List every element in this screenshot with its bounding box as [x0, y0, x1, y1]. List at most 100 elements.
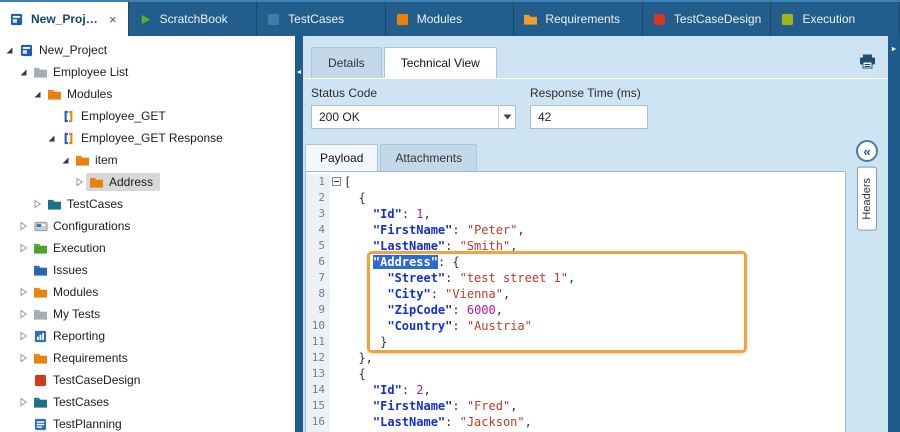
editor-line-3: 3 "Id": 1,	[306, 206, 845, 222]
fold-margin	[330, 270, 344, 286]
tree-spacer	[17, 418, 29, 430]
tree-expanded-arrow-icon[interactable]	[59, 154, 71, 166]
tree-item-address[interactable]: Address	[0, 171, 295, 193]
tree-collapsed-arrow-icon[interactable]	[73, 176, 85, 188]
tree-item-label: My Tests	[53, 307, 100, 321]
line-number: 14	[306, 382, 330, 398]
tree-item-label: Issues	[53, 263, 88, 277]
tab-scratchbook[interactable]: ScratchBook	[129, 2, 258, 36]
tab-details[interactable]: Details	[311, 47, 382, 78]
tree-item-employee-list[interactable]: Employee List	[0, 61, 295, 83]
tree-item-employee-get-response[interactable]: Employee_GET Response	[0, 127, 295, 149]
tree-item-content: Requirements	[30, 349, 135, 367]
fold-margin	[330, 286, 344, 302]
tree-item-label: Employee_GET Response	[81, 131, 223, 145]
testcases-icon	[266, 12, 281, 26]
fold-margin	[330, 318, 344, 334]
tab-new-project[interactable]: New_Project×	[0, 2, 129, 36]
tree-item-new-project[interactable]: New_Project	[0, 39, 295, 61]
tree-collapsed-arrow-icon[interactable]	[17, 220, 29, 232]
editor-line-5: 5 "LastName": "Smith",	[306, 238, 845, 254]
tree-item-item[interactable]: item	[0, 149, 295, 171]
tab-requirements[interactable]: Requirements	[514, 2, 643, 36]
collapse-left-icon[interactable]: ◄	[296, 68, 303, 78]
tree-collapsed-arrow-icon[interactable]	[17, 396, 29, 408]
tree-item-content: Modules	[30, 283, 105, 301]
tree-item-content: My Tests	[30, 305, 107, 323]
expand-headers-button[interactable]: «	[856, 140, 878, 162]
tree-item-content: Employee List	[30, 63, 135, 81]
line-number: 5	[306, 238, 330, 254]
editor-line-9: 9 "ZipCode": 6000,	[306, 302, 845, 318]
tree-expanded-arrow-icon[interactable]	[45, 132, 57, 144]
right-panel-splitter[interactable]: ►	[888, 36, 900, 432]
tab-testcasedesign[interactable]: TestCaseDesign	[643, 2, 772, 36]
left-panel-splitter[interactable]: ◄	[295, 36, 303, 432]
app-body: New_Project Employee List Modules Employee_…	[0, 36, 900, 432]
testcasedesign-icon	[33, 373, 48, 387]
tree-item-my-tests[interactable]: My Tests	[0, 303, 295, 325]
tree-item-employee-get[interactable]: Employee_GET	[0, 105, 295, 127]
tree-collapsed-arrow-icon[interactable]	[17, 242, 29, 254]
chevron-down-icon[interactable]	[498, 106, 515, 128]
line-number: 12	[306, 350, 330, 366]
line-number: 3	[306, 206, 330, 222]
status-code-label: Status Code	[311, 86, 516, 100]
response-time-input[interactable]	[530, 105, 648, 129]
expand-right-icon[interactable]: ►	[891, 45, 898, 55]
tree-item-execution[interactable]: Execution	[0, 237, 295, 259]
folder-blue-icon	[33, 263, 48, 277]
tab-attachments[interactable]: Attachments	[380, 144, 477, 171]
fold-margin	[330, 350, 344, 366]
tree-expanded-arrow-icon[interactable]	[3, 44, 15, 56]
tree-collapsed-arrow-icon[interactable]	[17, 308, 29, 320]
tree-collapsed-arrow-icon[interactable]	[17, 286, 29, 298]
status-code-select[interactable]: 200 OK	[311, 105, 516, 129]
fold-collapse-icon[interactable]	[332, 177, 341, 186]
print-button[interactable]	[859, 54, 876, 69]
tab-headers[interactable]: Headers	[857, 167, 877, 231]
tree-collapsed-arrow-icon[interactable]	[17, 352, 29, 364]
tab-technical-view[interactable]: Technical View	[384, 47, 497, 78]
tree-item-testcasedesign[interactable]: TestCaseDesign	[0, 369, 295, 391]
payload-tabs: PayloadAttachments	[303, 139, 888, 171]
line-number: 4	[306, 222, 330, 238]
tree-item-modules[interactable]: Modules	[0, 281, 295, 303]
tree-item-testcases[interactable]: TestCases	[0, 391, 295, 413]
editor-line-7: 7 "Street": "test street 1",	[306, 270, 845, 286]
tree-collapsed-arrow-icon[interactable]	[31, 198, 43, 210]
tree-item-requirements[interactable]: Requirements	[0, 347, 295, 369]
tree-item-reporting[interactable]: Reporting	[0, 325, 295, 347]
tab-modules[interactable]: Modules	[386, 2, 515, 36]
tree-expanded-arrow-icon[interactable]	[31, 88, 43, 100]
tree-item-label: item	[95, 153, 118, 167]
tree-item-modules[interactable]: Modules	[0, 83, 295, 105]
fold-margin	[330, 334, 344, 350]
tab-payload[interactable]: Payload	[305, 144, 378, 171]
editor-line-2: 2 {	[306, 190, 845, 206]
folder-teal-icon	[33, 395, 48, 409]
editor-line-4: 4 "FirstName": "Peter",	[306, 222, 845, 238]
testplanning-icon	[33, 417, 48, 431]
tree-item-label: Reporting	[53, 329, 105, 343]
folder-gray-icon	[33, 65, 48, 79]
detail-tabs-row: DetailsTechnical View	[303, 36, 888, 79]
tree-expanded-arrow-icon[interactable]	[17, 66, 29, 78]
tree-item-testcases[interactable]: TestCases	[0, 193, 295, 215]
tree-item-issues[interactable]: Issues	[0, 259, 295, 281]
payload-editor[interactable]: 1[2 {3 "Id": 1,4 "FirstName": "Peter",5 …	[305, 171, 846, 432]
folder-orange-icon	[33, 351, 48, 365]
tree-item-testplanning[interactable]: TestPlanning	[0, 413, 295, 432]
close-icon[interactable]: ×	[107, 12, 119, 27]
fold-margin	[330, 238, 344, 254]
tree-collapsed-arrow-icon[interactable]	[17, 330, 29, 342]
tree-item-configurations[interactable]: Configurations	[0, 215, 295, 237]
tab-execution[interactable]: Execution	[771, 2, 900, 36]
fold-margin	[330, 382, 344, 398]
status-code-value: 200 OK	[312, 110, 498, 124]
tree-item-content: Employee_GET	[58, 107, 173, 125]
editor-line-14: 14 "Id": 2,	[306, 382, 845, 398]
tree-item-label: TestCaseDesign	[53, 373, 140, 387]
module-icon	[61, 131, 76, 145]
tab-testcases[interactable]: TestCases	[257, 2, 386, 36]
